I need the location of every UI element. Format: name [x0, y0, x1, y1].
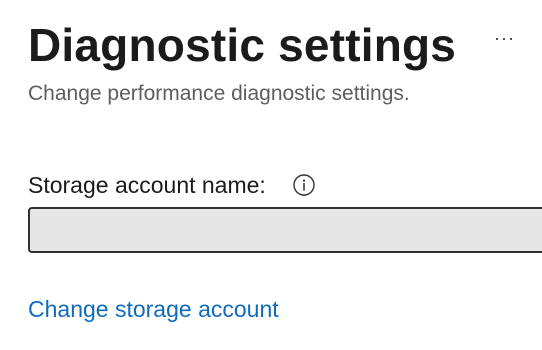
page-subtitle: Change performance diagnostic settings. — [28, 82, 410, 105]
more-options-icon[interactable]: ··· — [494, 28, 515, 48]
page-title: Diagnostic settings — [28, 19, 457, 71]
storage-account-label: Storage account name: — [28, 171, 266, 198]
storage-account-label-row: Storage account name: — [28, 170, 316, 200]
storage-account-name-input[interactable] — [28, 207, 542, 253]
info-icon[interactable] — [292, 173, 316, 197]
change-storage-account-link[interactable]: Change storage account — [28, 294, 279, 324]
diagnostic-settings-pane: Diagnostic settings ··· Change performan… — [0, 0, 542, 350]
